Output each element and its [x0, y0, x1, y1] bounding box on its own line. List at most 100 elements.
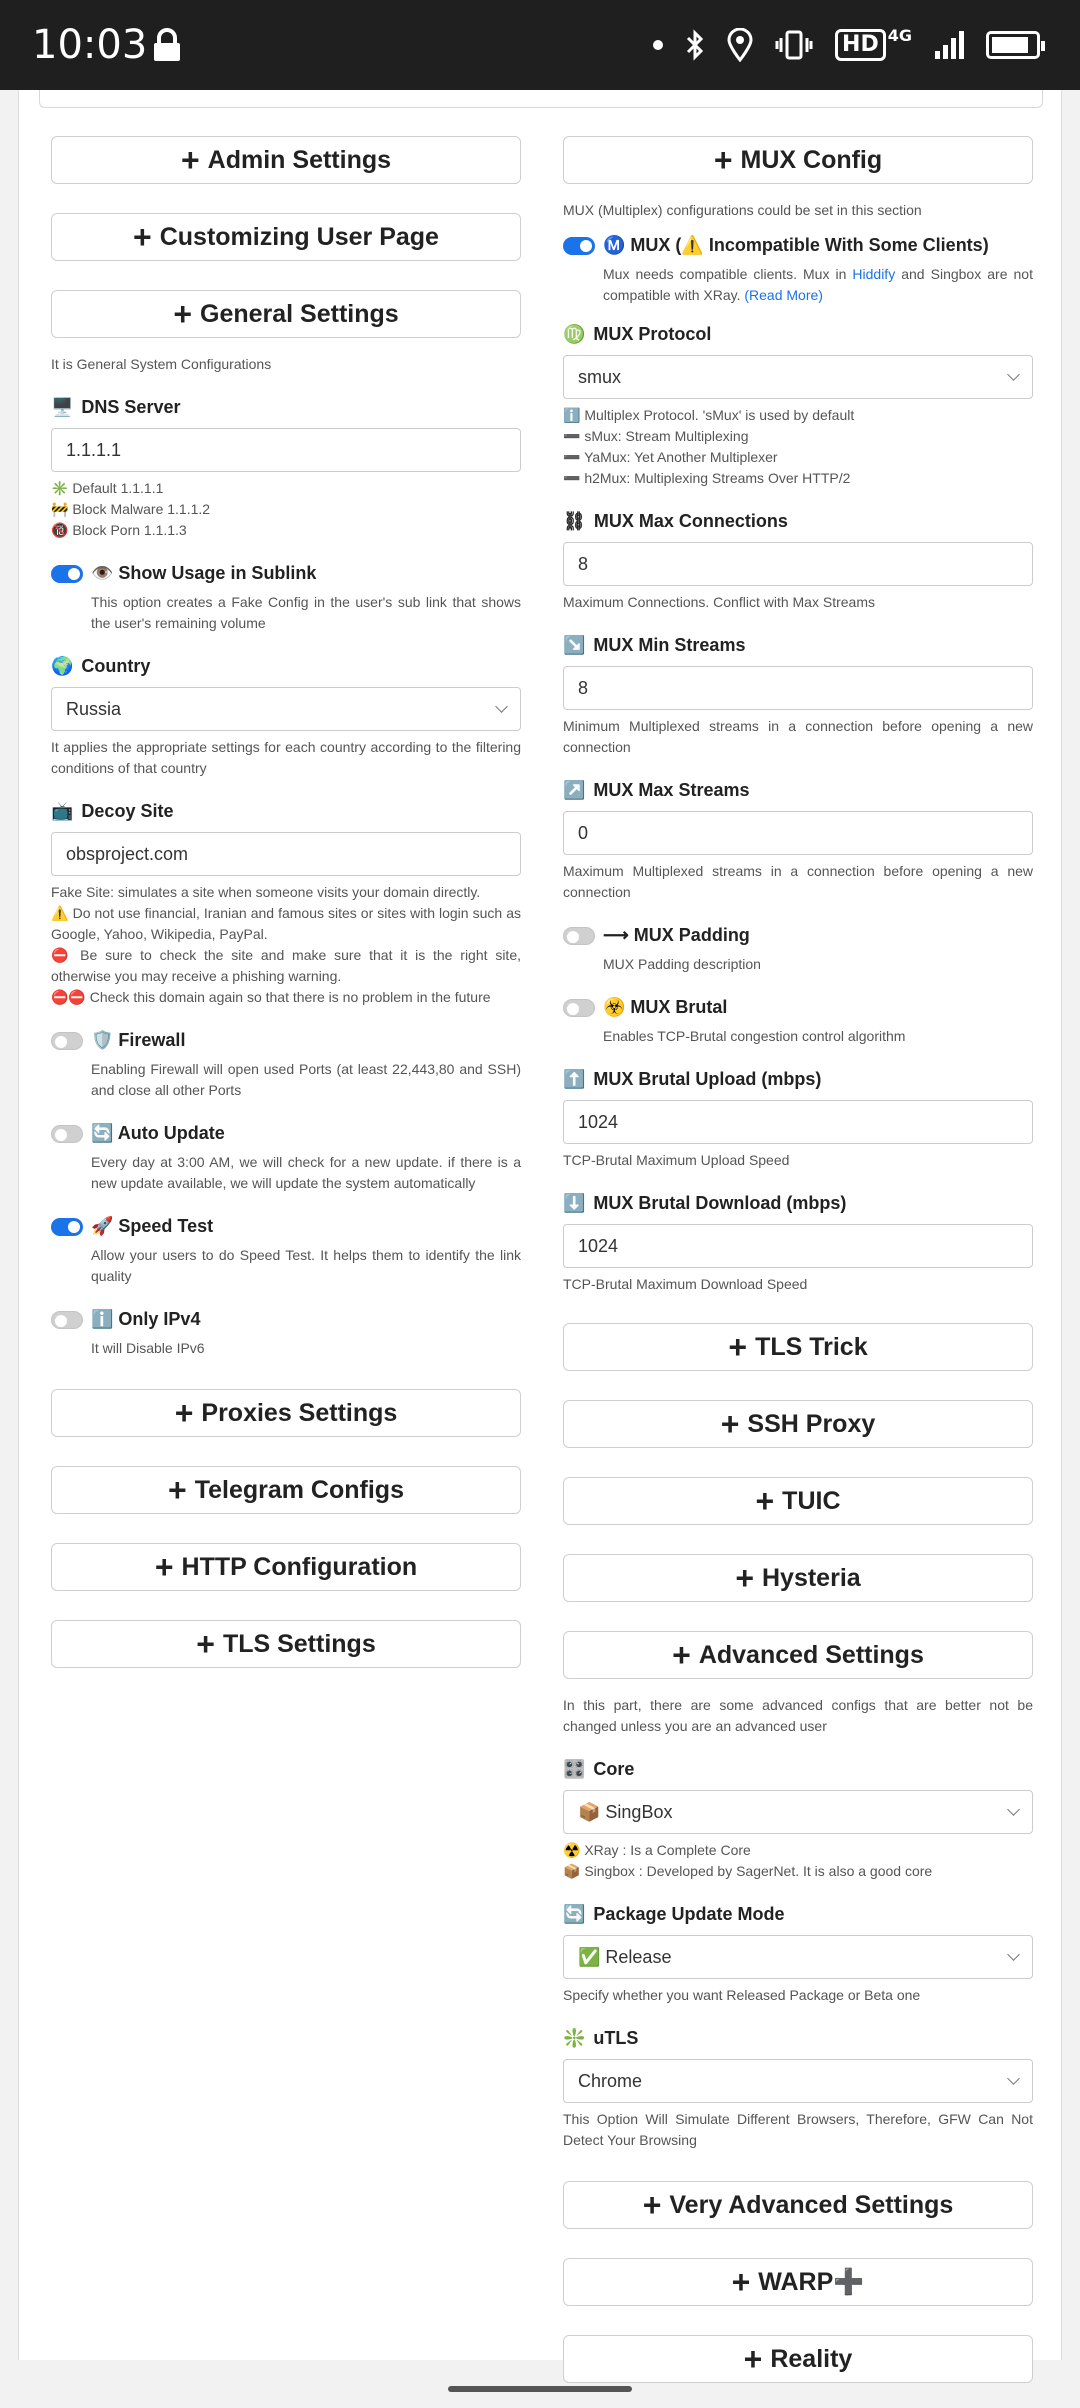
utls-select[interactable]: Chrome	[563, 2059, 1033, 2103]
hysteria-button[interactable]: + Hysteria	[563, 1554, 1033, 1602]
speed-test-toggle-row[interactable]: 🚀 Speed Test	[51, 1216, 521, 1237]
decoy-note: ⛔ Be sure to check the site and make sur…	[51, 947, 521, 984]
firewall-toggle-row[interactable]: 🛡️ Firewall	[51, 1030, 521, 1051]
plus-icon: +	[642, 2187, 662, 2223]
vibrate-icon	[775, 30, 813, 60]
settings-page: + Admin Settings + Customizing User Page +…	[18, 90, 1062, 2383]
plus-icon: +	[743, 2341, 763, 2377]
decoy-site-input[interactable]: obsproject.com	[51, 832, 521, 876]
plus-icon: +	[728, 1329, 748, 1365]
auto-update-description: Every day at 3:00 AM, we will check for …	[91, 1154, 521, 1191]
mux-padding-description: MUX Padding description	[603, 956, 761, 972]
country-description: It applies the appropriate settings for …	[51, 739, 521, 776]
core-label: 🎛️ Core	[563, 1759, 635, 1779]
plus-icon: +	[755, 1483, 775, 1519]
tuic-button[interactable]: + TUIC	[563, 1477, 1033, 1525]
battery-icon	[986, 31, 1045, 59]
mux-max-connections-description: Maximum Connections. Conflict with Max S…	[563, 594, 875, 610]
right-column: + MUX Config MUX (Multiplex) configuratio…	[563, 136, 1033, 2408]
mux-brutal-download-description: TCP-Brutal Maximum Download Speed	[563, 1276, 808, 1292]
admin-settings-button[interactable]: + Admin Settings	[51, 136, 521, 184]
show-usage-description: This option creates a Fake Config in the…	[91, 594, 521, 631]
arrow-down-right-icon: ↘️	[563, 635, 586, 655]
very-advanced-settings-button[interactable]: + Very Advanced Settings	[563, 2181, 1033, 2229]
reality-button[interactable]: + Reality	[563, 2335, 1033, 2383]
tls-settings-button[interactable]: + TLS Settings	[51, 1620, 521, 1668]
mux-min-streams-description: Minimum Multiplexed streams in a connect…	[563, 718, 1033, 755]
link-icon: ⛓	[563, 511, 586, 531]
top-card-edge	[39, 90, 1043, 108]
plus-icon: +	[133, 219, 152, 255]
arrow-down-icon: ⬇️	[563, 1193, 586, 1213]
tv-icon: 📺	[51, 801, 74, 821]
mux-brutal-upload-input[interactable]: 1024	[563, 1100, 1033, 1144]
mux-max-streams-description: Maximum Multiplexed streams in a connect…	[563, 863, 1033, 900]
only-ipv4-description: It will Disable IPv6	[91, 1340, 205, 1356]
signal-icon	[935, 31, 964, 59]
only-ipv4-toggle[interactable]	[51, 1310, 83, 1329]
package-update-mode-label: 🔄 Package Update Mode	[563, 1904, 785, 1924]
gesture-bar[interactable]	[448, 2386, 632, 2392]
plus-icon: +	[196, 1626, 215, 1662]
mux-max-connections-input[interactable]: 8	[563, 542, 1033, 586]
decoy-note: Fake Site: simulates a site when someone…	[51, 884, 481, 900]
warp-button[interactable]: + WARP➕	[563, 2258, 1033, 2306]
utls-label: ❇️ uTLS	[563, 2028, 639, 2048]
mux-brutal-toggle[interactable]	[563, 998, 595, 1017]
location-icon	[727, 28, 753, 62]
mux-brutal-upload-label: ⬆️ MUX Brutal Upload (mbps)	[563, 1069, 822, 1089]
plus-icon: +	[672, 1637, 691, 1673]
mux-protocol-select[interactable]: smux	[563, 355, 1033, 399]
plus-icon: +	[720, 1406, 740, 1442]
ssh-proxy-button[interactable]: + SSH Proxy	[563, 1400, 1033, 1448]
general-settings-button[interactable]: + General Settings	[51, 290, 521, 338]
arrow-up-icon: ⬆️	[563, 1069, 586, 1089]
mux-toggle[interactable]	[563, 236, 595, 255]
mux-padding-toggle[interactable]	[563, 926, 595, 945]
chevron-down-icon	[1007, 1947, 1020, 1961]
firewall-description: Enabling Firewall will open used Ports (…	[91, 1061, 521, 1098]
clock: 10:03	[32, 22, 148, 68]
mux-max-connections-label: ⛓ MUX Max Connections	[563, 511, 788, 531]
desktop-icon: 🖥️	[51, 397, 74, 417]
mux-toggle-row[interactable]: Ⓜ️ MUX (⚠️ Incompatible With Some Client…	[563, 235, 1033, 256]
core-select[interactable]: 📦 SingBox	[563, 1790, 1033, 1834]
mux-max-streams-label: ↗️ MUX Max Streams	[563, 780, 750, 800]
mux-brutal-toggle-row[interactable]: ☣️ MUX Brutal	[563, 997, 1033, 1018]
http-configuration-button[interactable]: + HTTP Configuration	[51, 1543, 521, 1591]
decoy-site-label: 📺 Decoy Site	[51, 801, 174, 821]
only-ipv4-toggle-row[interactable]: ℹ️ Only IPv4	[51, 1309, 521, 1330]
mux-brutal-download-input[interactable]: 1024	[563, 1224, 1033, 1268]
speed-test-toggle[interactable]	[51, 1217, 83, 1236]
customizing-user-page-button[interactable]: + Customizing User Page	[51, 213, 521, 261]
auto-update-toggle-row[interactable]: 🔄 Auto Update	[51, 1123, 521, 1144]
tls-trick-button[interactable]: + TLS Trick	[563, 1323, 1033, 1371]
plus-icon: +	[174, 1395, 194, 1431]
telegram-configs-button[interactable]: + Telegram Configs	[51, 1466, 521, 1514]
auto-update-toggle[interactable]	[51, 1124, 83, 1143]
package-update-mode-description: Specify whether you want Released Packag…	[563, 1987, 921, 2003]
show-usage-toggle[interactable]	[51, 564, 83, 583]
proxies-settings-button[interactable]: + Proxies Settings	[51, 1389, 521, 1437]
mux-max-streams-input[interactable]: 0	[563, 811, 1033, 855]
advanced-settings-button[interactable]: + Advanced Settings	[563, 1631, 1033, 1679]
firewall-toggle[interactable]	[51, 1031, 83, 1050]
package-update-mode-select[interactable]: ✅ Release	[563, 1935, 1033, 1979]
mux-brutal-download-label: ⬇️ MUX Brutal Download (mbps)	[563, 1193, 847, 1213]
mux-brutal-upload-description: TCP-Brutal Maximum Upload Speed	[563, 1152, 790, 1168]
hiddify-link[interactable]: Hiddify	[852, 266, 895, 282]
country-select[interactable]: Russia	[51, 687, 521, 731]
show-usage-toggle-row[interactable]: 👁️ Show Usage in Sublink	[51, 563, 521, 584]
globe-icon: 🌍	[51, 656, 74, 676]
advanced-settings-description: In this part, there are some advanced co…	[563, 1697, 1033, 1734]
plus-icon: +	[168, 1472, 187, 1508]
read-more-link[interactable]: (Read More)	[744, 287, 823, 303]
mux-padding-toggle-row[interactable]: ⟶ MUX Padding	[563, 925, 1033, 946]
bluetooth-icon	[686, 29, 704, 61]
dns-server-input[interactable]: 1.1.1.1	[51, 428, 521, 472]
chevron-down-icon	[1007, 367, 1020, 381]
status-icons: HD 4G	[653, 22, 1045, 68]
mux-min-streams-input[interactable]: 8	[563, 666, 1033, 710]
plus-icon: +	[713, 142, 733, 178]
mux-config-button[interactable]: + MUX Config	[563, 136, 1033, 184]
